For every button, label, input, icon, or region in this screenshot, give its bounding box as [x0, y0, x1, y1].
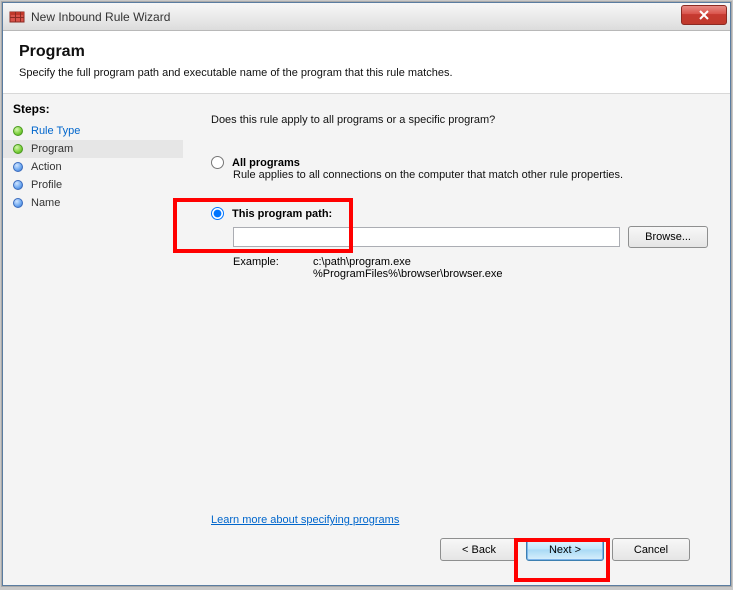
radio-all-programs[interactable]: [211, 156, 224, 169]
close-button[interactable]: [681, 5, 727, 25]
step-label[interactable]: Rule Type: [31, 125, 80, 137]
close-icon: [698, 10, 710, 20]
step-label: Name: [31, 197, 60, 209]
titlebar: New Inbound Rule Wizard: [3, 3, 730, 31]
bullet-icon: [13, 198, 23, 208]
program-path-input[interactable]: [233, 227, 620, 247]
back-button[interactable]: < Back: [440, 538, 518, 561]
example-label: Example:: [233, 256, 313, 280]
option-desc: Rule applies to all connections on the c…: [233, 169, 708, 181]
learn-more-link[interactable]: Learn more about specifying programs: [211, 514, 399, 526]
step-label: Profile: [31, 179, 62, 191]
wizard-header: Program Specify the full program path an…: [3, 31, 730, 94]
wizard-footer: < Back Next > Cancel: [211, 526, 708, 575]
step-name: Name: [3, 194, 183, 212]
radio-this-program-path[interactable]: [211, 207, 224, 220]
learn-more-row: Learn more about specifying programs: [211, 492, 708, 526]
page-subtitle: Specify the full program path and execut…: [19, 67, 714, 79]
step-profile: Profile: [3, 176, 183, 194]
step-action: Action: [3, 158, 183, 176]
steps-sidebar: Steps: Rule Type Program Action Profile …: [3, 94, 183, 585]
page-title: Program: [19, 43, 714, 61]
question-text: Does this rule apply to all programs or …: [211, 114, 708, 126]
option-all-programs: All programs Rule applies to all connect…: [211, 156, 708, 181]
bullet-icon: [13, 162, 23, 172]
example-value: c:\path\program.exe %ProgramFiles%\brows…: [313, 256, 503, 280]
bullet-icon: [13, 180, 23, 190]
bullet-icon: [13, 144, 23, 154]
wizard-body: Steps: Rule Type Program Action Profile …: [3, 94, 730, 585]
cancel-button[interactable]: Cancel: [612, 538, 690, 561]
option-label: All programs: [232, 157, 300, 169]
browse-button[interactable]: Browse...: [628, 226, 708, 248]
step-label: Program: [31, 143, 73, 155]
next-button[interactable]: Next >: [526, 538, 604, 561]
step-program: Program: [3, 140, 183, 158]
bullet-icon: [13, 126, 23, 136]
wizard-window: New Inbound Rule Wizard Program Specify …: [2, 2, 731, 586]
wizard-content: Does this rule apply to all programs or …: [183, 94, 730, 585]
option-label: This program path:: [232, 208, 332, 220]
step-label: Action: [31, 161, 62, 173]
firewall-icon: [9, 9, 25, 25]
step-rule-type[interactable]: Rule Type: [3, 122, 183, 140]
option-this-program-path: This program path: Browse... Example: c:…: [211, 207, 708, 280]
window-title: New Inbound Rule Wizard: [31, 10, 681, 24]
steps-heading: Steps:: [3, 102, 183, 122]
